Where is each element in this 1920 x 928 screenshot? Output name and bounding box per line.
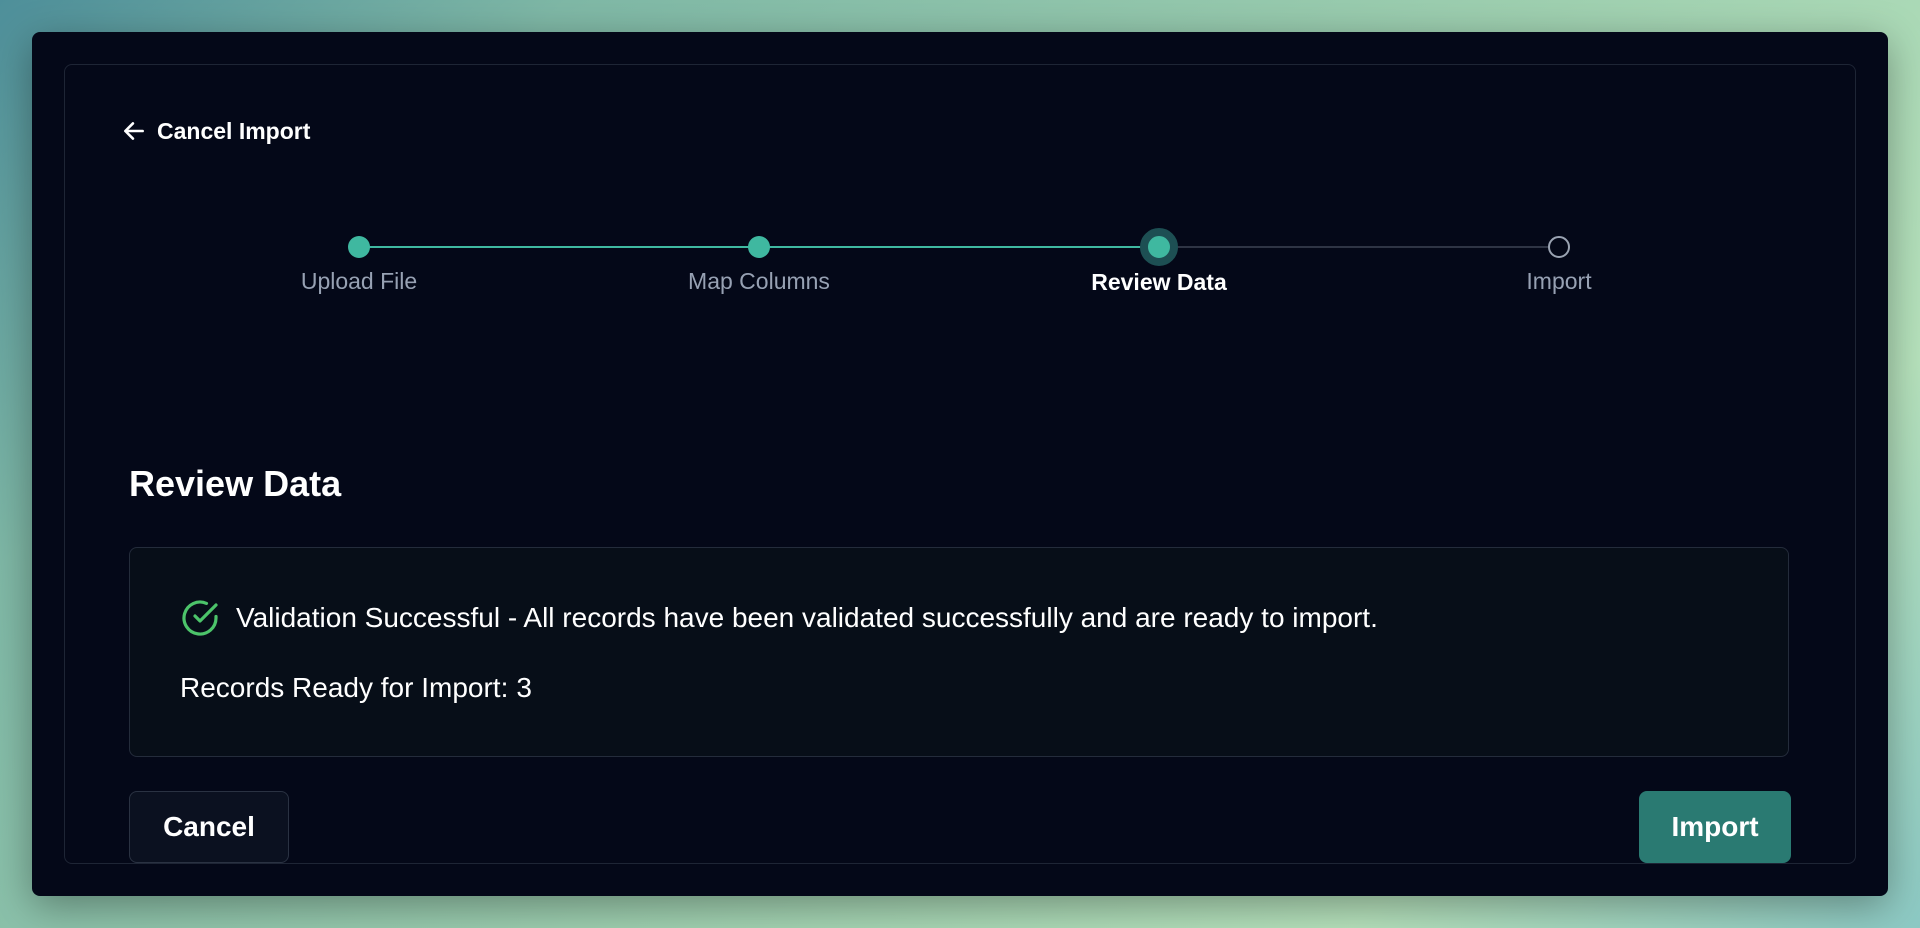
check-circle-icon — [182, 600, 218, 636]
import-panel: Cancel Import Upload File Map Columns Re… — [64, 64, 1856, 864]
step-map-columns: Map Columns — [639, 229, 879, 295]
step-dot-completed — [348, 236, 370, 258]
step-label: Map Columns — [688, 268, 830, 294]
validation-message: Validation Successful - All records have… — [236, 602, 1378, 633]
records-ready-row: Records Ready for Import: 3 — [180, 672, 532, 704]
records-ready-count: 3 — [516, 672, 532, 703]
step-dot-completed — [748, 236, 770, 258]
import-button[interactable]: Import — [1639, 791, 1791, 863]
import-wizard-window: Cancel Import Upload File Map Columns Re… — [32, 32, 1888, 896]
validation-message-row: Validation Successful - All records have… — [180, 598, 1378, 638]
cancel-import-link[interactable]: Cancel Import — [121, 115, 310, 147]
step-label: Import — [1526, 268, 1592, 294]
cancel-button[interactable]: Cancel — [129, 791, 289, 863]
progress-stepper: Upload File Map Columns Review Data Impo… — [65, 228, 1855, 309]
step-upload-file: Upload File — [239, 229, 479, 295]
validation-result-card: Validation Successful - All records have… — [129, 547, 1789, 757]
review-data-title: Review Data — [129, 463, 342, 504]
arrow-left-icon — [124, 122, 144, 140]
step-import: Import — [1439, 229, 1679, 295]
step-dot-current — [1140, 228, 1178, 266]
step-label: Review Data — [1091, 269, 1227, 295]
step-label: Upload File — [300, 268, 418, 294]
records-ready-label: Records Ready for Import: — [180, 672, 509, 703]
step-review-data: Review Data — [1039, 228, 1279, 296]
step-dot-upcoming — [1548, 236, 1570, 258]
cancel-import-label: Cancel Import — [157, 117, 311, 144]
